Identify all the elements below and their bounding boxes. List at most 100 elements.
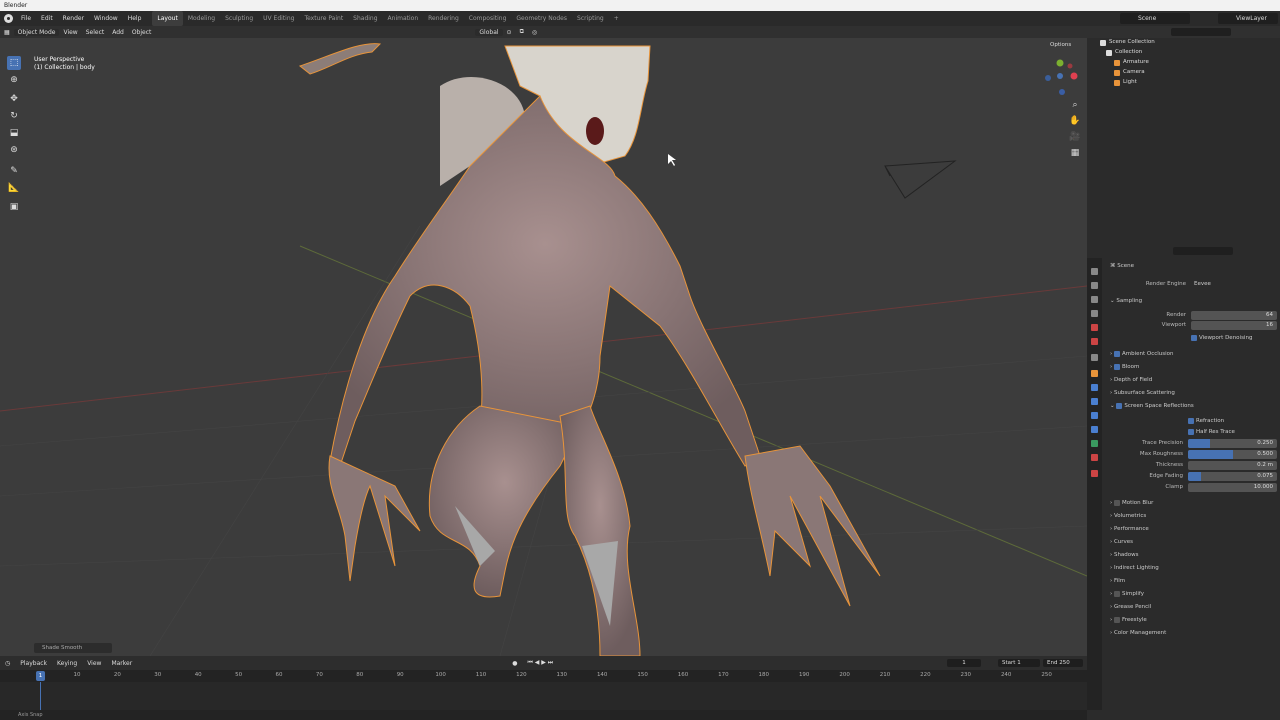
move-tool-icon[interactable]: ✥ xyxy=(7,92,21,106)
texture-tab-icon[interactable] xyxy=(1091,470,1098,477)
blender-logo-icon[interactable] xyxy=(4,14,13,23)
transform-orientation-selector[interactable]: Global xyxy=(475,28,503,36)
menu-edit[interactable]: Edit xyxy=(36,11,58,26)
measure-tool-icon[interactable]: 📐 xyxy=(7,181,21,195)
options-dropdown[interactable]: Options xyxy=(1050,42,1071,48)
tab-scripting[interactable]: Scripting xyxy=(572,11,609,26)
indirect-lighting-panel[interactable]: › Indirect Lighting xyxy=(1110,564,1159,573)
motion-blur-panel[interactable]: › Motion Blur xyxy=(1110,499,1153,508)
current-frame-field[interactable]: 1 xyxy=(947,659,981,667)
select-menu[interactable]: Select xyxy=(82,29,109,36)
last-operator-panel[interactable]: Shade Smooth xyxy=(34,643,112,653)
playback-menu[interactable]: Playback xyxy=(15,660,52,667)
view-menu[interactable]: View xyxy=(59,29,81,36)
shadows-panel[interactable]: › Shadows xyxy=(1110,551,1139,560)
object-menu[interactable]: Object xyxy=(128,29,156,36)
film-panel[interactable]: › Film xyxy=(1110,577,1125,586)
tab-texture-paint[interactable]: Texture Paint xyxy=(299,11,348,26)
pivot-icon[interactable]: ⊙ xyxy=(503,29,516,36)
outliner-collection[interactable]: Collection xyxy=(1106,48,1142,57)
tab-shading[interactable]: Shading xyxy=(348,11,382,26)
depth-of-field-panel[interactable]: › Depth of Field xyxy=(1110,376,1152,385)
max-roughness-field[interactable]: 0.500 xyxy=(1188,450,1277,459)
render-engine-dropdown[interactable]: Eevee xyxy=(1194,280,1211,289)
viewport-samples-field[interactable]: 16 xyxy=(1191,321,1277,330)
add-cube-tool-icon[interactable]: ▣ xyxy=(7,200,21,214)
perspective-toggle-icon[interactable]: ▦ xyxy=(1068,146,1082,160)
tab-animation[interactable]: Animation xyxy=(383,11,424,26)
add-menu[interactable]: Add xyxy=(108,29,128,36)
render-tab-icon[interactable] xyxy=(1091,282,1098,289)
physics-tab-icon[interactable] xyxy=(1091,412,1098,419)
scale-tool-icon[interactable]: ⬓ xyxy=(7,126,21,140)
frame-ruler[interactable]: 10 20 30 40 50 60 70 80 90 100 110 120 130 140 150 160 1… xyxy=(0,670,1087,682)
trace-precision-field[interactable]: 0.250 xyxy=(1188,439,1277,448)
tab-modeling[interactable]: Modeling xyxy=(183,11,220,26)
simplify-panel[interactable]: › Simplify xyxy=(1110,590,1144,599)
outliner-item-light[interactable]: Light xyxy=(1114,78,1137,87)
transform-tool-icon[interactable]: ⊛ xyxy=(7,143,21,157)
sampling-panel[interactable]: ⌄ Sampling xyxy=(1110,297,1142,306)
object-tab-icon[interactable] xyxy=(1091,370,1098,377)
keying-menu[interactable]: Keying xyxy=(52,660,82,667)
constraints-tab-icon[interactable] xyxy=(1091,426,1098,433)
proportional-edit-icon[interactable]: ◎ xyxy=(528,29,541,36)
snap-icon[interactable]: ⧉ xyxy=(516,28,528,36)
end-frame-field[interactable]: End 250 xyxy=(1043,659,1083,667)
menu-help[interactable]: Help xyxy=(123,11,147,26)
menu-render[interactable]: Render xyxy=(58,11,89,26)
editor-type-icon[interactable]: ▦ xyxy=(0,29,14,36)
timeline-view-menu[interactable]: View xyxy=(82,660,106,667)
bloom-panel[interactable]: › Bloom xyxy=(1110,363,1139,372)
freestyle-panel[interactable]: › Freestyle xyxy=(1110,616,1147,625)
performance-panel[interactable]: › Performance xyxy=(1110,525,1149,534)
annotate-tool-icon[interactable]: ✎ xyxy=(7,164,21,178)
outliner-scene-collection[interactable]: Scene Collection xyxy=(1100,38,1155,47)
clamp-field[interactable]: 10.000 xyxy=(1188,483,1277,492)
outliner-item-armature[interactable]: Armature xyxy=(1114,58,1149,67)
output-tab-icon[interactable] xyxy=(1091,296,1098,303)
subsurface-panel[interactable]: › Subsurface Scattering xyxy=(1110,389,1175,398)
cursor-tool-icon[interactable]: ⊕ xyxy=(7,73,21,87)
rotate-tool-icon[interactable]: ↻ xyxy=(7,109,21,123)
render-samples-field[interactable]: 64 xyxy=(1191,311,1277,320)
view-layer-tab-icon[interactable] xyxy=(1091,310,1098,317)
ssr-panel[interactable]: ⌄ Screen Space Reflections xyxy=(1110,402,1194,411)
playback-controls-icon[interactable]: ⏮ ◀ ▶ ⏭ xyxy=(522,659,558,667)
collection-tab-icon[interactable] xyxy=(1091,354,1098,361)
marker-menu[interactable]: Marker xyxy=(106,660,137,667)
thickness-field[interactable]: 0.2 m xyxy=(1188,461,1277,470)
particles-tab-icon[interactable] xyxy=(1091,398,1098,405)
tab-geometry-nodes[interactable]: Geometry Nodes xyxy=(511,11,572,26)
edge-fading-field[interactable]: 0.075 xyxy=(1188,472,1277,481)
half-res-trace-checkbox[interactable]: Half Res Trace xyxy=(1188,428,1235,437)
tab-rendering[interactable]: Rendering xyxy=(423,11,464,26)
mode-selector[interactable]: Object Mode xyxy=(13,28,60,36)
material-tab-icon[interactable] xyxy=(1091,454,1098,461)
tab-uv-editing[interactable]: UV Editing xyxy=(258,11,299,26)
tool-tab-icon[interactable] xyxy=(1091,268,1098,275)
scene-tab-icon[interactable] xyxy=(1091,324,1098,331)
outliner-item-camera[interactable]: Camera xyxy=(1114,68,1145,77)
camera-view-icon[interactable]: 🎥 xyxy=(1068,130,1082,144)
menu-window[interactable]: Window xyxy=(89,11,123,26)
color-management-panel[interactable]: › Color Management xyxy=(1110,629,1166,638)
3d-viewport[interactable]: ▦ Object Mode View Select Add Object Glo… xyxy=(0,26,1087,656)
ambient-occlusion-panel[interactable]: › Ambient Occlusion xyxy=(1110,350,1174,359)
scene-selector[interactable]: Scene xyxy=(1120,13,1190,24)
data-tab-icon[interactable] xyxy=(1091,440,1098,447)
modifier-tab-icon[interactable] xyxy=(1091,384,1098,391)
viewport-denoising-checkbox[interactable]: Viewport Denoising xyxy=(1191,334,1252,343)
record-icon[interactable]: ● xyxy=(507,660,522,667)
playhead[interactable]: 1 xyxy=(36,671,45,681)
editor-type-icon[interactable]: ◷ xyxy=(0,660,15,667)
select-box-tool-icon[interactable]: ⬚ xyxy=(7,56,21,70)
menu-file[interactable]: File xyxy=(16,11,36,26)
curves-panel[interactable]: › Curves xyxy=(1110,538,1133,547)
outliner-search-input[interactable] xyxy=(1171,28,1231,36)
grease-pencil-panel[interactable]: › Grease Pencil xyxy=(1110,603,1151,612)
tab-sculpting[interactable]: Sculpting xyxy=(220,11,258,26)
properties-search-input[interactable] xyxy=(1173,247,1233,255)
world-tab-icon[interactable] xyxy=(1091,338,1098,345)
volumetrics-panel[interactable]: › Volumetrics xyxy=(1110,512,1146,521)
